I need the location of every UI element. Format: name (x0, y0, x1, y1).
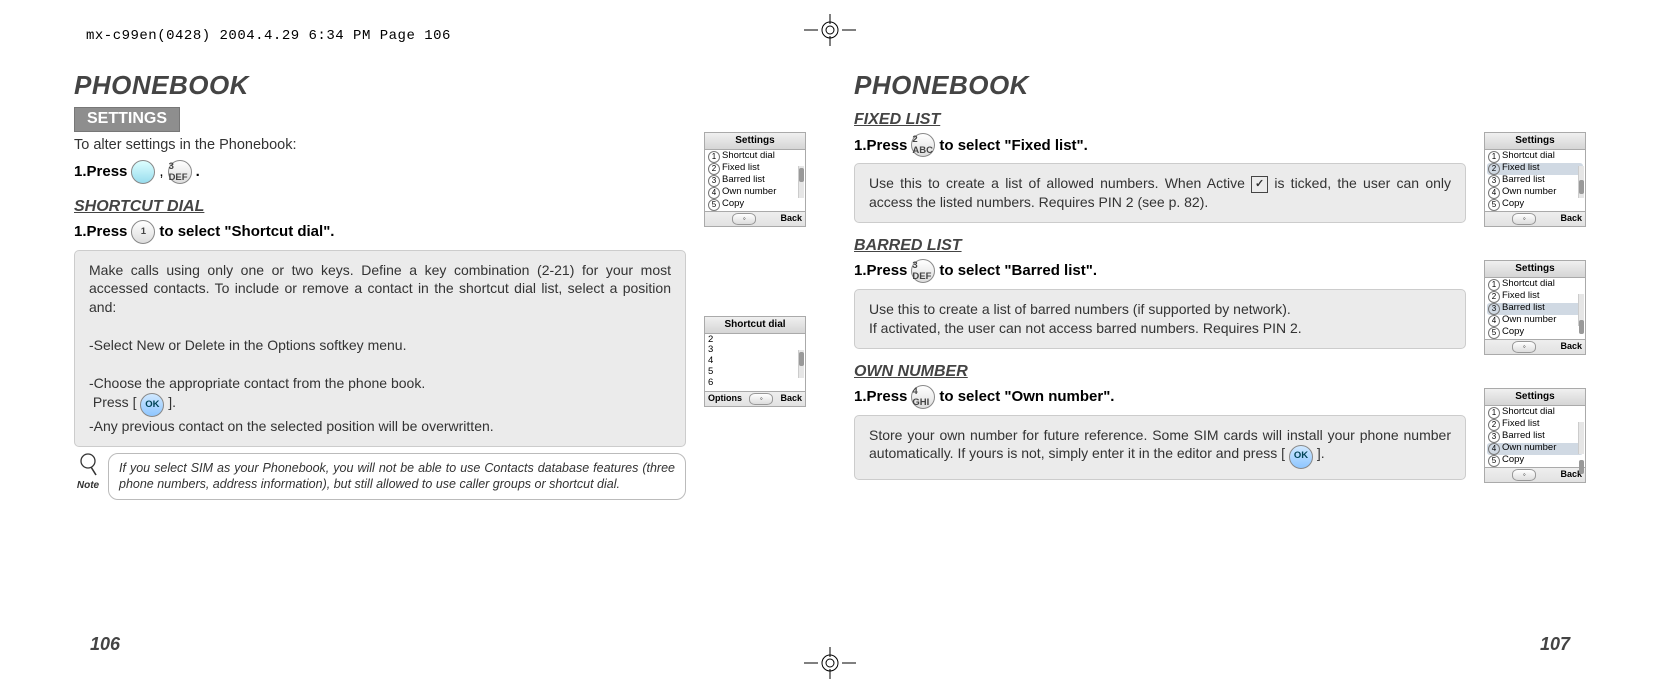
phone-screenshot-settings: Settings 1Shortcut dial 2Fixed list 3Bar… (704, 132, 806, 227)
globe-key-icon (131, 160, 155, 184)
nav-icon: ◦ (1512, 213, 1536, 225)
page-title-right: PHONEBOOK (854, 70, 1466, 101)
own-info-box: Store your own number for future referen… (854, 415, 1466, 480)
page-number-left: 106 (90, 634, 120, 655)
barred-info-box: Use this to create a list of barred numb… (854, 289, 1466, 349)
phone-screenshot-barred: Settings 1Shortcut dial 2Fixed list 3Bar… (1484, 260, 1586, 355)
phone-screenshot-shortcut: Shortcut dial 2 3 4 5 6 Options◦Back (704, 316, 806, 407)
shortcut-dial-heading: SHORTCUT DIAL (74, 198, 686, 216)
key-2-icon: 2 ABC (911, 133, 935, 157)
sim-note: If you select SIM as your Phonebook, you… (108, 453, 686, 500)
checkbox-checked-icon: ✓ (1251, 176, 1268, 193)
page-title-left: PHONEBOOK (74, 70, 686, 101)
own-step1: 1.Press 4 GHI to select "Own number". (854, 385, 1466, 409)
ok-key-icon: OK (140, 393, 164, 417)
nav-icon: ◦ (749, 393, 773, 405)
fixed-list-heading: FIXED LIST (854, 111, 1466, 129)
crop-mark-top (804, 14, 856, 46)
own-number-heading: OWN NUMBER (854, 363, 1466, 381)
settings-tag: SETTINGS (74, 107, 180, 132)
page-left: PHONEBOOK SETTINGS To alter settings in … (74, 70, 806, 625)
barred-list-heading: BARRED LIST (854, 237, 1466, 255)
key-3-icon: 3 DEF (168, 160, 192, 184)
shortcut-info-box: Make calls using only one or two keys. D… (74, 250, 686, 448)
header-print-info: mx-c99en(0428) 2004.4.29 6:34 PM Page 10… (86, 28, 451, 44)
nav-icon: ◦ (1512, 341, 1536, 353)
key-3-icon: 3 DEF (911, 259, 935, 283)
crop-mark-bottom (804, 647, 856, 679)
key-1-icon: 1 (131, 220, 155, 244)
settings-step1: 1.Press , 3 DEF . (74, 160, 686, 184)
key-4-icon: 4 GHI (911, 385, 935, 409)
fixed-step1: 1.Press 2 ABC to select "Fixed list". (854, 133, 1466, 157)
ok-key-icon: OK (1289, 445, 1313, 469)
page-right: PHONEBOOK FIXED LIST 1.Press 2 ABC to se… (854, 70, 1586, 625)
page-number-right: 107 (1540, 634, 1570, 655)
note-icon: Note (74, 453, 102, 491)
shortcut-step1: 1.Press 1 to select "Shortcut dial". (74, 220, 686, 244)
settings-intro: To alter settings in the Phonebook: (74, 136, 686, 156)
fixed-info-box: Use this to create a list of allowed num… (854, 163, 1466, 223)
phone-screenshot-own: Settings 1Shortcut dial 2Fixed list 3Bar… (1484, 388, 1586, 483)
nav-icon: ◦ (732, 213, 756, 225)
phone-screenshot-fixed: Settings 1Shortcut dial 2Fixed list 3Bar… (1484, 132, 1586, 227)
barred-step1: 1.Press 3 DEF to select "Barred list". (854, 259, 1466, 283)
nav-icon: ◦ (1512, 469, 1536, 481)
